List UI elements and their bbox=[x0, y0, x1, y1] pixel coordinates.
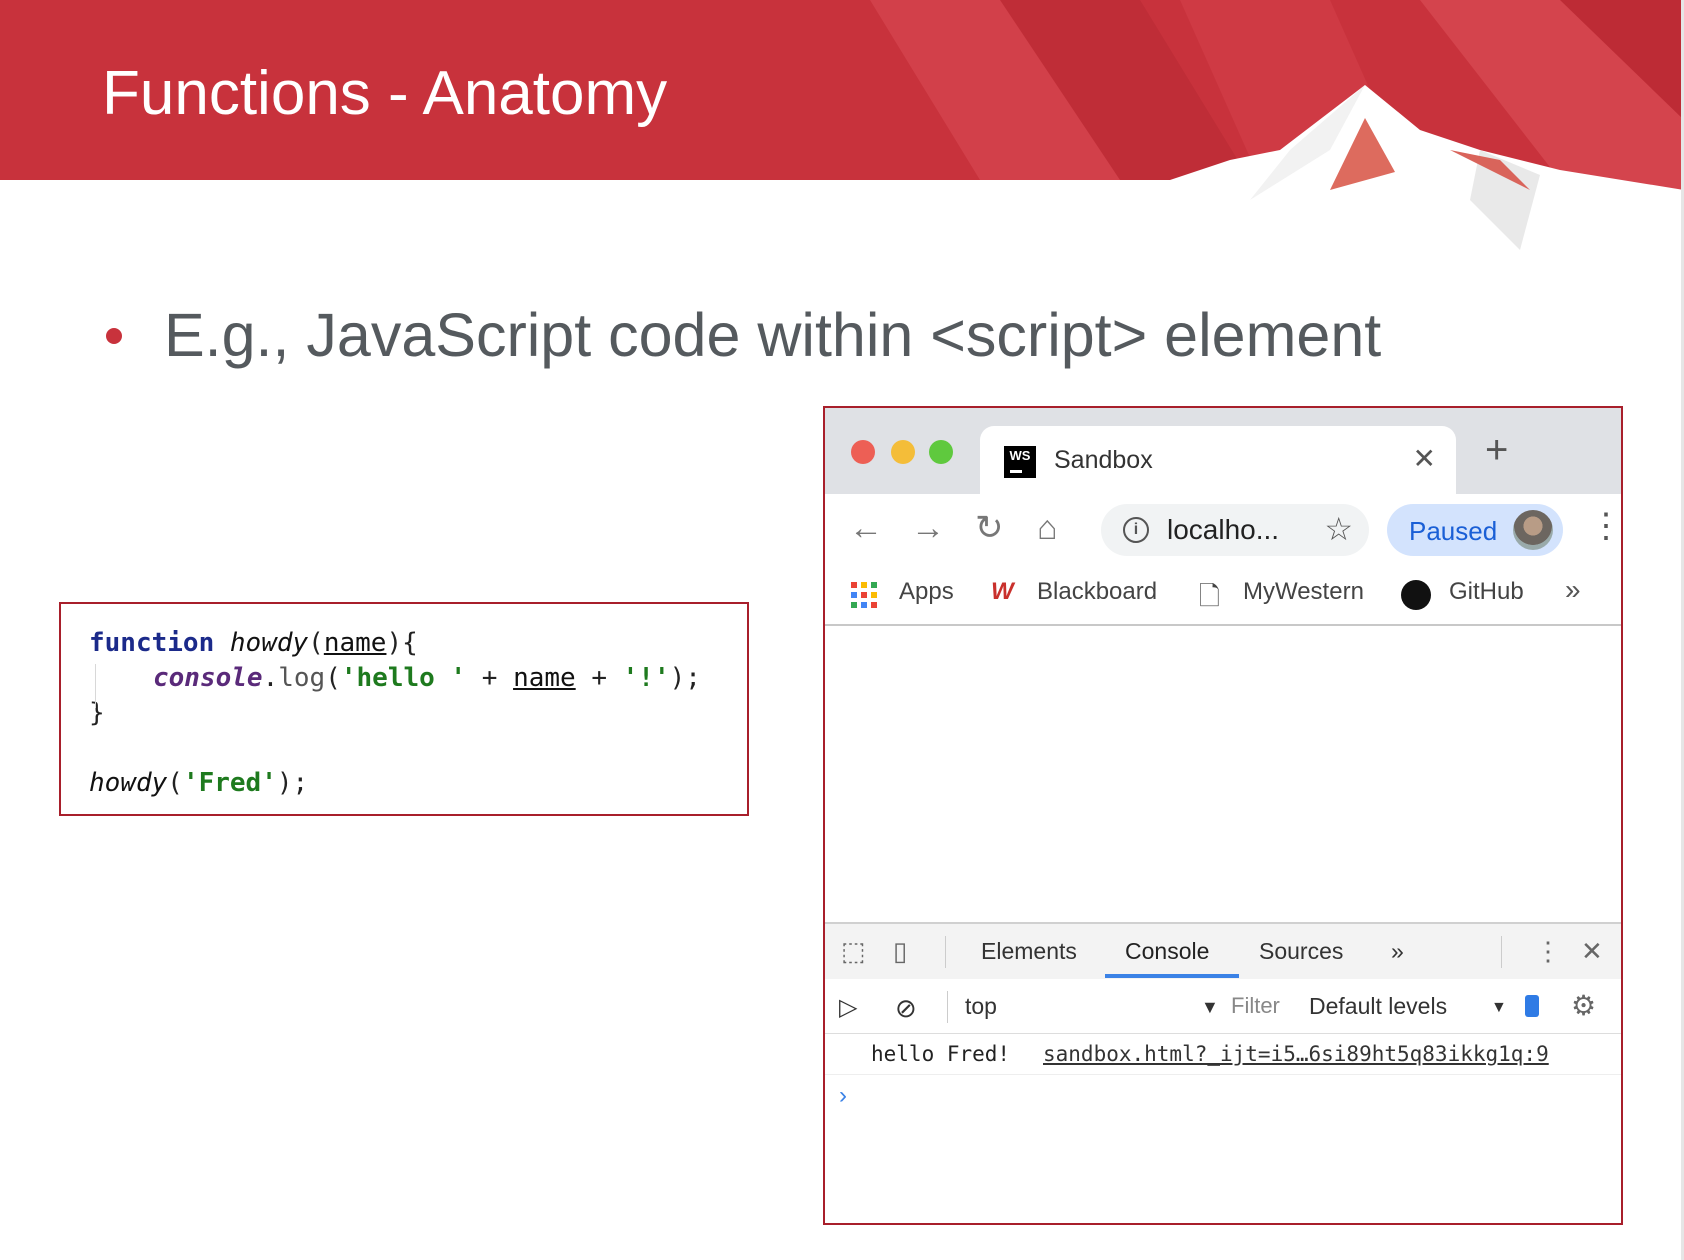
console-toolbar: ▷ ⊘ top ▼ Filter Default levels ▼ ⚙ bbox=[825, 979, 1621, 1034]
avatar bbox=[1513, 510, 1553, 550]
profile-button[interactable]: Paused bbox=[1387, 504, 1563, 556]
code-string: 'Fred' bbox=[182, 768, 277, 798]
tab-sources[interactable]: Sources bbox=[1259, 938, 1343, 965]
new-tab-button[interactable]: + bbox=[1485, 430, 1508, 470]
code-line-2: console.log('hello ' + name + '!'); bbox=[153, 663, 701, 693]
forward-arrow-icon[interactable]: → bbox=[911, 508, 945, 548]
profile-status-label: Paused bbox=[1409, 516, 1498, 546]
maximize-window-button[interactable] bbox=[929, 440, 953, 464]
filter-input[interactable]: Filter bbox=[1231, 993, 1280, 1019]
bookmark-apps[interactable]: Apps bbox=[899, 578, 954, 606]
code-punctuation: ){ bbox=[386, 628, 418, 658]
bookmark-mywestern[interactable]: MyWestern bbox=[1243, 578, 1364, 606]
context-selector[interactable]: top bbox=[965, 993, 997, 1020]
code-string: '!' bbox=[622, 663, 670, 693]
code-line-5: howdy('Fred'); bbox=[89, 768, 309, 798]
clear-console-icon[interactable]: ⊘ bbox=[895, 993, 917, 1024]
slide-title: Functions - Anatomy bbox=[102, 59, 668, 128]
github-icon bbox=[1401, 580, 1431, 610]
more-tabs-icon[interactable]: » bbox=[1391, 938, 1404, 965]
devtools-tabbar: ⬚ ▯ Elements Console Sources » ⋮ ✕ bbox=[825, 922, 1621, 981]
close-window-button[interactable] bbox=[851, 440, 875, 464]
home-icon[interactable]: ⌂ bbox=[1037, 508, 1058, 548]
indent-guide bbox=[95, 664, 96, 708]
tab-elements[interactable]: Elements bbox=[981, 938, 1077, 965]
code-object: console bbox=[153, 663, 263, 693]
inspect-element-icon[interactable]: ⬚ bbox=[841, 936, 866, 967]
browser-menu-icon[interactable]: ⋮ bbox=[1589, 506, 1621, 546]
page-icon: 🗋 bbox=[1199, 581, 1220, 611]
code-param: name bbox=[513, 663, 576, 693]
levels-dropdown-icon[interactable]: ▼ bbox=[1491, 999, 1507, 1017]
apps-grid-icon bbox=[851, 582, 878, 609]
divider bbox=[945, 936, 946, 968]
reload-icon[interactable]: ↻ bbox=[975, 508, 1004, 548]
code-method: log bbox=[278, 663, 326, 693]
divider bbox=[1501, 936, 1502, 968]
minimize-window-button[interactable] bbox=[891, 440, 915, 464]
code-string: 'hello ' bbox=[340, 663, 467, 693]
devtools-menu-icon[interactable]: ⋮ bbox=[1535, 936, 1561, 967]
log-source-link[interactable]: sandbox.html?_ijt=i5…6si89ht5q83ikkg1q:9 bbox=[1043, 1042, 1549, 1066]
browser-toolbar: ← → ↻ ⌂ i localho... ☆ Paused ⋮ bbox=[825, 494, 1621, 564]
bookmark-star-icon[interactable]: ☆ bbox=[1324, 510, 1353, 548]
bookmark-blackboard[interactable]: Blackboard bbox=[1037, 578, 1157, 606]
code-param: name bbox=[323, 628, 387, 658]
code-line-3: } bbox=[89, 698, 105, 728]
context-dropdown-icon[interactable]: ▼ bbox=[1201, 997, 1219, 1018]
device-toolbar-icon[interactable]: ▯ bbox=[893, 936, 907, 967]
back-arrow-icon[interactable]: ← bbox=[849, 508, 883, 548]
console-log-row: hello Fred! sandbox.html?_ijt=i5…6si89ht… bbox=[825, 1034, 1621, 1075]
sidebar-toggle-icon[interactable]: ▷ bbox=[839, 993, 857, 1022]
tab-title: Sandbox bbox=[1054, 446, 1153, 474]
slide-banner: Functions - Anatomy bbox=[0, 0, 1684, 260]
console-prompt-icon[interactable]: › bbox=[839, 1082, 847, 1110]
issues-flag-icon[interactable] bbox=[1525, 995, 1539, 1017]
log-levels-select[interactable]: Default levels bbox=[1309, 993, 1447, 1020]
page-content-area bbox=[825, 626, 1621, 942]
code-snippet: function howdy(name){ console.log('hello… bbox=[59, 602, 749, 816]
tab-close-icon[interactable]: ✕ bbox=[1413, 442, 1436, 475]
address-bar[interactable]: i localho... ☆ bbox=[1101, 504, 1369, 556]
info-icon[interactable]: i bbox=[1123, 517, 1149, 543]
code-keyword: function bbox=[89, 628, 215, 658]
log-message: hello Fred! bbox=[871, 1042, 1011, 1066]
code-dot: . bbox=[262, 663, 279, 693]
blackboard-logo-icon: W bbox=[991, 578, 1014, 605]
tab-strip: WS Sandbox ✕ + bbox=[825, 408, 1621, 494]
code-function-name: howdy bbox=[229, 628, 309, 658]
active-tab-indicator bbox=[1105, 974, 1239, 978]
console-settings-gear-icon[interactable]: ⚙ bbox=[1571, 989, 1596, 1022]
bookmarks-overflow-icon[interactable]: » bbox=[1565, 574, 1581, 606]
code-function-call: howdy bbox=[89, 768, 168, 798]
tab-console[interactable]: Console bbox=[1125, 938, 1209, 965]
bookmarks-bar: Apps W Blackboard 🗋 MyWestern GitHub » bbox=[825, 564, 1621, 626]
bullet-text: E.g., JavaScript code within <script> el… bbox=[164, 301, 1382, 369]
code-line-1: function howdy(name){ bbox=[89, 628, 418, 658]
url-text[interactable]: localho... bbox=[1167, 514, 1279, 546]
bookmark-github[interactable]: GitHub bbox=[1449, 578, 1524, 606]
bullet-icon bbox=[106, 328, 122, 344]
divider bbox=[947, 991, 948, 1023]
webstorm-icon: WS bbox=[1004, 446, 1036, 478]
devtools-close-icon[interactable]: ✕ bbox=[1581, 936, 1603, 967]
tab-sandbox[interactable]: WS Sandbox ✕ bbox=[980, 426, 1456, 494]
browser-window: WS Sandbox ✕ + ← → ↻ ⌂ i localho... ☆ Pa… bbox=[823, 406, 1623, 1225]
